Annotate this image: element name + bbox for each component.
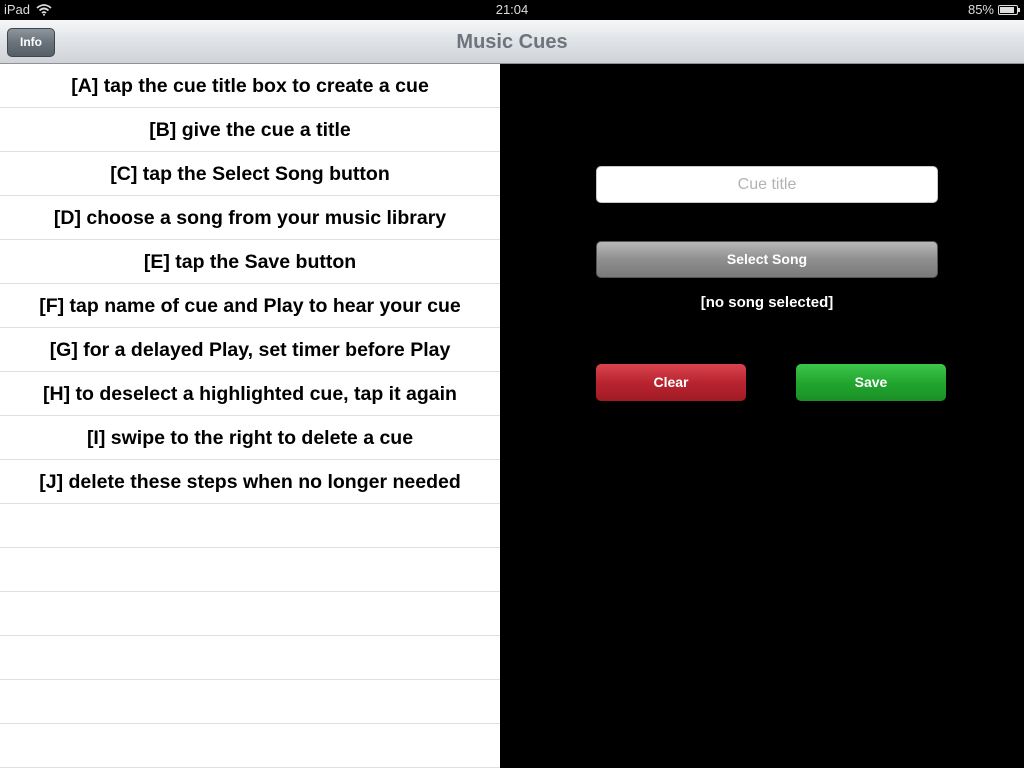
battery-percent: 85%	[967, 2, 994, 17]
battery-icon	[998, 4, 1020, 15]
list-item[interactable]: [C] tap the Select Song button	[0, 152, 500, 196]
empty-list-row	[0, 680, 500, 724]
list-item[interactable]: [G] for a delayed Play, set timer before…	[0, 328, 500, 372]
battery-fill	[1000, 6, 1014, 13]
empty-list-row	[0, 548, 500, 592]
status-bar: iPad 21:04 85%	[0, 0, 1024, 20]
clear-button[interactable]: Clear	[596, 364, 746, 401]
status-time: 21:04	[495, 2, 529, 17]
info-button[interactable]: Info	[7, 28, 55, 57]
cue-title-input[interactable]	[596, 166, 938, 203]
select-song-button[interactable]: Select Song	[596, 241, 938, 278]
status-right: 85%	[967, 2, 1020, 17]
save-button[interactable]: Save	[796, 364, 946, 401]
list-item[interactable]: [B] give the cue a title	[0, 108, 500, 152]
empty-list-row	[0, 504, 500, 548]
empty-list-row	[0, 592, 500, 636]
song-status-label: [no song selected]	[700, 294, 834, 311]
list-item[interactable]: [I] swipe to the right to delete a cue	[0, 416, 500, 460]
list-item[interactable]: [F] tap name of cue and Play to hear you…	[0, 284, 500, 328]
empty-list-row	[0, 724, 500, 768]
cue-editor-panel: Select Song [no song selected] Clear Sav…	[500, 64, 1024, 768]
page-title: Music Cues	[456, 31, 568, 53]
list-item[interactable]: [E] tap the Save button	[0, 240, 500, 284]
list-item[interactable]: [H] to deselect a highlighted cue, tap i…	[0, 372, 500, 416]
navigation-bar: Music Cues Info	[0, 20, 1024, 64]
cue-list[interactable]: [A] tap the cue title box to create a cu…	[0, 64, 500, 768]
list-item[interactable]: [J] delete these steps when no longer ne…	[0, 460, 500, 504]
empty-list-row	[0, 636, 500, 680]
list-item[interactable]: [D] choose a song from your music librar…	[0, 196, 500, 240]
list-item[interactable]: [A] tap the cue title box to create a cu…	[0, 64, 500, 108]
